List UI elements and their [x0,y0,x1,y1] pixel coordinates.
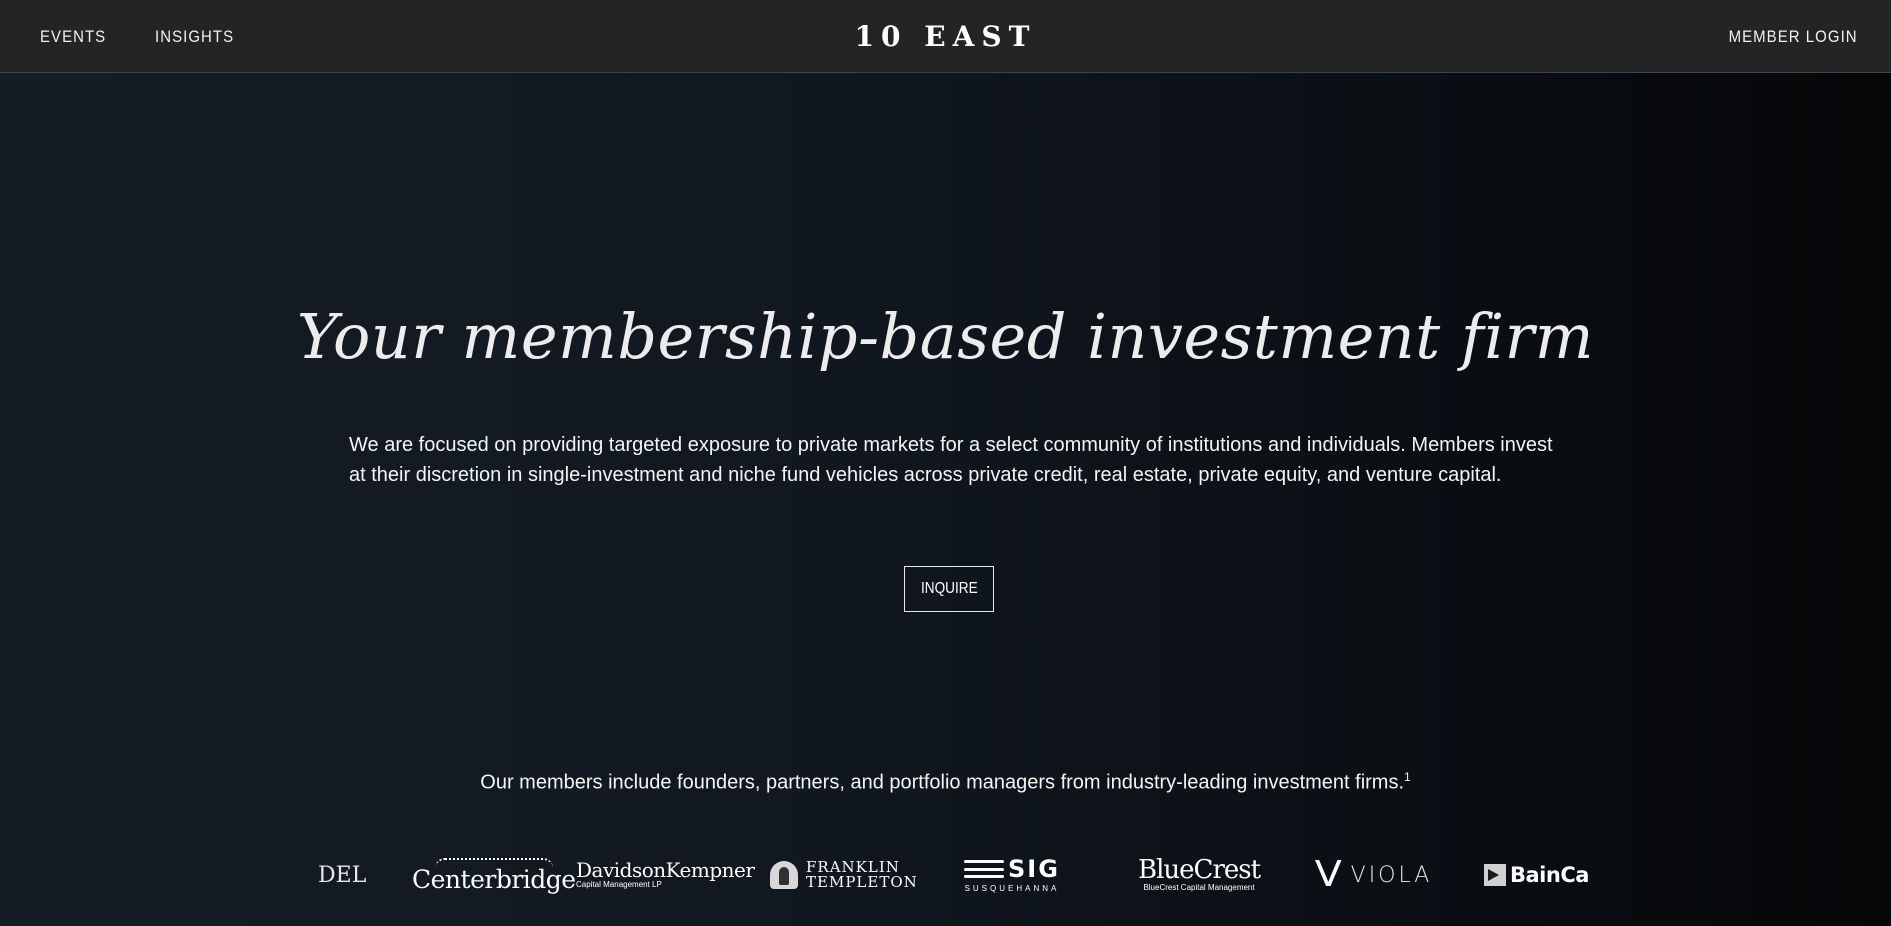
franklin-portrait-icon [770,861,798,889]
sig-waves-icon [964,860,1004,878]
logo-del: DEL [318,850,366,900]
logo-davidson-kempner-text: DavidsonKempner [576,858,755,882]
logo-sig: SIG SUSQUEHANNA [964,850,1060,900]
viola-v-icon: V [1314,854,1342,895]
logo-viola: V VIOLA [1314,850,1433,900]
logo-bain-text: BainCa [1510,863,1589,887]
logo-del-text: DEL [318,862,367,888]
logo-bluecrest-text: BlueCrest [1138,855,1261,885]
hero-title: Your membership-based investment firm [296,300,1595,373]
top-navigation-bar: EVENTS INSIGHTS 10 EAST MEMBER LOGIN [0,0,1891,73]
logo-sig-subtext: SUSQUEHANNA [964,884,1060,893]
logo-viola-text: VIOLA [1350,862,1433,888]
page: EVENTS INSIGHTS 10 EAST MEMBER LOGIN You… [0,0,1891,926]
logo-davidson-kempner-subtext: Capital Management LP [576,880,662,889]
logo-sig-text: SIG [1008,855,1060,883]
nav-link-events[interactable]: EVENTS [40,27,106,47]
logo-centerbridge: Centerbridge [412,850,576,900]
logo-bluecrest-subtext: BlueCrest Capital Management [1143,883,1255,892]
member-firm-logos: DEL Centerbridge DavidsonKempner Capital… [300,850,1600,900]
logo-franklin-line2: TEMPLETON [806,873,918,891]
bain-arrow-icon [1484,864,1506,886]
logo-franklin-templeton: FRANKLIN TEMPLETON [770,850,918,900]
logo-davidson-kempner: DavidsonKempner Capital Management LP [576,850,755,900]
footnote-marker[interactable]: 1 [1404,770,1411,784]
logo-bluecrest: BlueCrest BlueCrest Capital Management [1138,850,1261,900]
account-nav: MEMBER LOGIN [1711,0,1858,73]
primary-nav: EVENTS INSIGHTS [40,0,245,73]
member-login-link[interactable]: MEMBER LOGIN [1729,27,1858,47]
inquire-button-label: INQUIRE [920,580,978,597]
logo-franklin-templeton-text: FRANKLIN TEMPLETON [806,860,918,890]
hero-description: We are focused on providing targeted exp… [349,434,1553,486]
nav-link-insights[interactable]: INSIGHTS [155,27,234,47]
brand-logo-container: 10 EAST [0,0,1891,73]
members-statement: Our members include founders, partners, … [0,770,1891,795]
logo-centerbridge-text: Centerbridge [412,865,576,894]
inquire-button[interactable]: INQUIRE [904,566,994,612]
brand-logo[interactable]: 10 EAST [855,20,1037,53]
logo-sig-row: SIG [964,857,1060,881]
logo-bain: BainCa [1484,850,1589,900]
members-statement-text: Our members include founders, partners, … [480,771,1405,794]
